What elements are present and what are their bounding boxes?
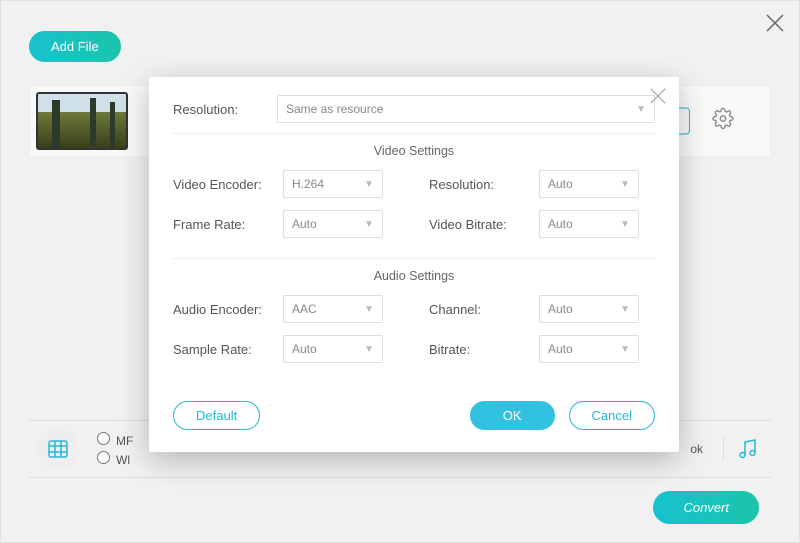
cancel-button[interactable]: Cancel bbox=[569, 401, 655, 430]
sample-rate-label: Sample Rate: bbox=[173, 342, 283, 357]
audio-bitrate-select[interactable]: Auto ▼ bbox=[539, 335, 639, 363]
resolution-select[interactable]: Same as resource ▼ bbox=[277, 95, 655, 123]
channel-select[interactable]: Auto ▼ bbox=[539, 295, 639, 323]
chevron-down-icon: ▼ bbox=[364, 219, 374, 230]
resolution-label: Resolution: bbox=[173, 102, 277, 117]
format-option-1[interactable]: MF bbox=[97, 432, 133, 448]
sample-rate-select[interactable]: Auto ▼ bbox=[283, 335, 383, 363]
settings-gear-icon[interactable] bbox=[712, 108, 734, 135]
chevron-down-icon: ▼ bbox=[364, 179, 374, 190]
chevron-down-icon: ▼ bbox=[636, 104, 646, 115]
frame-rate-select[interactable]: Auto ▼ bbox=[283, 210, 383, 238]
video-bitrate-label: Video Bitrate: bbox=[429, 217, 539, 232]
format-radio-1[interactable] bbox=[97, 432, 110, 445]
chevron-down-icon: ▼ bbox=[364, 344, 374, 355]
video-bitrate-value: Auto bbox=[548, 217, 573, 231]
add-file-button[interactable]: Add File bbox=[29, 31, 121, 62]
video-category-icon[interactable] bbox=[37, 428, 79, 470]
frame-rate-value: Auto bbox=[292, 217, 317, 231]
default-button[interactable]: Default bbox=[173, 401, 260, 430]
chevron-down-icon: ▼ bbox=[620, 219, 630, 230]
chevron-down-icon: ▼ bbox=[364, 304, 374, 315]
chevron-down-icon: ▼ bbox=[620, 344, 630, 355]
chevron-down-icon: ▼ bbox=[620, 304, 630, 315]
audio-encoder-label: Audio Encoder: bbox=[173, 302, 283, 317]
format-option-1-label: MF bbox=[116, 434, 133, 448]
dialog-close-icon[interactable] bbox=[649, 85, 667, 111]
channel-label: Channel: bbox=[429, 302, 539, 317]
audio-encoder-select[interactable]: AAC ▼ bbox=[283, 295, 383, 323]
video-thumbnail[interactable] bbox=[36, 92, 128, 150]
video-resolution-value: Auto bbox=[548, 177, 573, 191]
format-option-2[interactable]: Wl bbox=[97, 451, 133, 467]
video-encoder-label: Video Encoder: bbox=[173, 177, 283, 192]
chevron-down-icon: ▼ bbox=[620, 179, 630, 190]
ok-button[interactable]: OK bbox=[470, 401, 555, 430]
format-radio-group: MF Wl bbox=[97, 429, 133, 470]
format-radio-2[interactable] bbox=[97, 451, 110, 464]
video-resolution-label: Resolution: bbox=[429, 177, 539, 192]
sample-rate-value: Auto bbox=[292, 342, 317, 356]
audio-bitrate-label: Bitrate: bbox=[429, 342, 539, 357]
video-resolution-select[interactable]: Auto ▼ bbox=[539, 170, 639, 198]
video-bitrate-select[interactable]: Auto ▼ bbox=[539, 210, 639, 238]
audio-bitrate-value: Auto bbox=[548, 342, 573, 356]
resolution-value: Same as resource bbox=[286, 102, 383, 116]
audio-category-icon[interactable] bbox=[723, 437, 771, 461]
video-encoder-value: H.264 bbox=[292, 177, 324, 191]
audio-settings-heading: Audio Settings bbox=[173, 258, 655, 283]
format-suffix-label: ok bbox=[690, 442, 703, 456]
frame-rate-label: Frame Rate: bbox=[173, 217, 283, 232]
settings-dialog: Resolution: Same as resource ▼ Video Set… bbox=[149, 77, 679, 452]
video-encoder-select[interactable]: H.264 ▼ bbox=[283, 170, 383, 198]
window-close-icon[interactable] bbox=[765, 9, 785, 40]
format-option-2-label: Wl bbox=[116, 453, 130, 467]
audio-encoder-value: AAC bbox=[292, 302, 317, 316]
video-settings-heading: Video Settings bbox=[173, 133, 655, 158]
channel-value: Auto bbox=[548, 302, 573, 316]
convert-button[interactable]: Convert bbox=[653, 491, 759, 524]
